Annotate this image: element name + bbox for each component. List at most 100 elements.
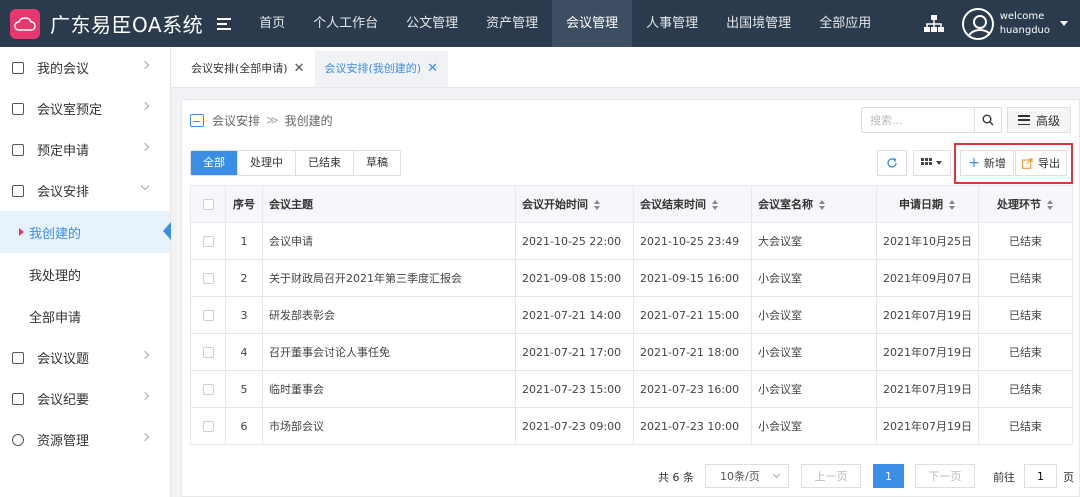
prev-page-button[interactable]: 上一页 xyxy=(801,464,861,488)
table-row[interactable]: 1 会议申请 2021-10-25 22:00 2021-10-25 23:49… xyxy=(190,222,1073,260)
export-button[interactable]: 导出 xyxy=(1015,150,1067,176)
cell-topic[interactable]: 会议申请 xyxy=(262,222,516,260)
user-info[interactable]: welcome huangduo xyxy=(1000,10,1050,38)
row-checkbox[interactable] xyxy=(190,333,226,371)
cell-topic[interactable]: 召开董事会讨论人事任免 xyxy=(262,333,516,371)
sort-icon xyxy=(819,200,826,210)
nav-item-all-apps[interactable]: 全部应用 xyxy=(805,0,885,47)
grid-icon xyxy=(921,158,942,165)
sidebar-item-label: 会议议题 xyxy=(37,352,90,367)
goto-label: 前往 xyxy=(993,471,1015,484)
filter-finished[interactable]: 已结束 xyxy=(296,151,354,175)
sidebar-item-minutes[interactable]: 会议纪要 xyxy=(0,378,170,419)
table-row[interactable]: 4 召开董事会讨论人事任免 2021-07-21 17:00 2021-07-2… xyxy=(190,333,1073,371)
sidebar-item-resources[interactable]: 资源管理 xyxy=(0,419,170,460)
row-checkbox[interactable] xyxy=(190,370,226,408)
sidebar-subitem-all-requests[interactable]: 全部申请 xyxy=(0,295,170,337)
cell-room: 小会议室 xyxy=(751,333,877,371)
columns-button[interactable] xyxy=(913,150,951,176)
avatar[interactable] xyxy=(961,7,994,40)
cell-topic[interactable]: 研发部表彰会 xyxy=(262,296,516,334)
page-size-select[interactable]: 10条/页 xyxy=(705,464,789,488)
cell-status: 已结束 xyxy=(978,222,1073,260)
status-filter-group: 全部 处理中 已结束 草稿 xyxy=(190,150,401,176)
app-logo[interactable] xyxy=(10,8,40,39)
sidebar-item-label: 预定申请 xyxy=(37,144,90,159)
nav-item-home[interactable]: 首页 xyxy=(245,0,299,47)
column-header-sortable[interactable]: 会议室名称 xyxy=(751,185,877,223)
welcome-text: welcome xyxy=(999,10,1045,22)
car-icon xyxy=(190,113,204,127)
nav-item-documents[interactable]: 公文管理 xyxy=(392,0,472,47)
cloud-icon xyxy=(14,16,36,31)
chevron-right-icon xyxy=(140,60,150,70)
refresh-button[interactable] xyxy=(877,150,907,176)
tab-label: 会议安排(全部申请) xyxy=(191,62,288,75)
menu-toggle-icon[interactable] xyxy=(217,17,232,30)
filter-draft[interactable]: 草稿 xyxy=(354,151,400,175)
table-row[interactable]: 2 关于财政局召开2021年第三季度汇报会 2021-09-08 15:00 2… xyxy=(190,259,1073,297)
search-input[interactable] xyxy=(861,107,975,133)
cell-topic[interactable]: 市场部会议 xyxy=(262,407,516,445)
cell-status: 已结束 xyxy=(978,259,1073,297)
cell-status: 已结束 xyxy=(978,333,1073,371)
sitemap-icon[interactable] xyxy=(923,14,944,33)
cell-apply-date: 2021年07月19日 xyxy=(876,333,979,371)
filter-all[interactable]: 全部 xyxy=(191,151,238,175)
nav-item-assets[interactable]: 资产管理 xyxy=(472,0,552,47)
sidebar-item-meeting-arrangement[interactable]: 会议安排 xyxy=(0,170,170,211)
column-header-sortable[interactable]: 申请日期 xyxy=(876,185,979,223)
current-page-button[interactable]: 1 xyxy=(873,464,904,488)
row-checkbox[interactable] xyxy=(190,407,226,445)
nav-item-workbench[interactable]: 个人工作台 xyxy=(299,0,392,47)
add-label: 新增 xyxy=(983,157,1006,170)
nav-item-meetings[interactable]: 会议管理 xyxy=(552,0,633,47)
cell-topic[interactable]: 关于财政局召开2021年第三季度汇报会 xyxy=(262,259,516,297)
column-header-sortable[interactable]: 会议开始时间 xyxy=(515,185,634,223)
cell-apply-date: 2021年10月25日 xyxy=(876,222,979,260)
sidebar-subitem-created-by-me[interactable]: 我创建的 xyxy=(0,211,171,253)
page-unit-label: 页 xyxy=(1063,471,1074,484)
column-header-sortable[interactable]: 处理环节 xyxy=(978,185,1073,223)
row-checkbox[interactable] xyxy=(190,222,226,260)
cell-start-time: 2021-07-21 14:00 xyxy=(515,296,634,334)
sidebar-item-room-booking[interactable]: 会议室预定 xyxy=(0,88,170,129)
goto-page-input[interactable] xyxy=(1024,464,1057,488)
cell-topic[interactable]: 临时董事会 xyxy=(262,370,516,408)
tab-all-requests[interactable]: 会议安排(全部申请) ✕ xyxy=(181,51,315,87)
sidebar-item-meeting-topics[interactable]: 会议议题 xyxy=(0,337,170,378)
breadcrumb-root[interactable]: 会议安排 xyxy=(212,112,260,129)
sidebar-item-my-meetings[interactable]: 我的会议 xyxy=(0,47,170,88)
select-all-checkbox[interactable] xyxy=(190,185,226,223)
cell-status: 已结束 xyxy=(978,370,1073,408)
sidebar-subitem-label: 全部申请 xyxy=(29,310,82,326)
row-checkbox[interactable] xyxy=(190,296,226,334)
close-icon[interactable]: ✕ xyxy=(427,51,438,87)
search-button[interactable] xyxy=(975,107,1002,133)
sidebar-subitem-handled-by-me[interactable]: 我处理的 xyxy=(0,253,170,295)
add-button[interactable]: + 新增 xyxy=(960,150,1014,176)
cell-index: 1 xyxy=(225,222,263,260)
filter-processing[interactable]: 处理中 xyxy=(238,151,296,175)
row-checkbox[interactable] xyxy=(190,259,226,297)
pagination-total: 共 6 条 xyxy=(658,471,694,484)
cell-end-time: 2021-07-21 18:00 xyxy=(633,333,752,371)
column-header-sortable[interactable]: 会议结束时间 xyxy=(633,185,752,223)
table-row[interactable]: 3 研发部表彰会 2021-07-21 14:00 2021-07-21 15:… xyxy=(190,296,1073,334)
cell-start-time: 2021-07-21 17:00 xyxy=(515,333,634,371)
search-icon xyxy=(982,114,994,126)
chevron-down-icon[interactable] xyxy=(1060,21,1068,26)
nav-item-hr[interactable]: 人事管理 xyxy=(632,0,712,47)
nav-item-travel[interactable]: 出国境管理 xyxy=(712,0,805,47)
cell-apply-date: 2021年07月19日 xyxy=(876,296,979,334)
advanced-search-button[interactable]: 高级 xyxy=(1007,107,1071,133)
table-row[interactable]: 6 市场部会议 2021-07-23 09:00 2021-07-23 10:0… xyxy=(190,407,1073,445)
next-page-button[interactable]: 下一页 xyxy=(915,464,975,488)
close-icon[interactable]: ✕ xyxy=(294,51,305,87)
table-row[interactable]: 5 临时董事会 2021-07-23 15:00 2021-07-23 16:0… xyxy=(190,370,1073,408)
cell-end-time: 2021-07-23 16:00 xyxy=(633,370,752,408)
tab-created-by-me[interactable]: 会议安排(我创建的) ✕ xyxy=(314,51,448,87)
sidebar-item-booking-request[interactable]: 预定申请 xyxy=(0,129,170,170)
sidebar-submenu: 我创建的 我处理的 全部申请 xyxy=(0,211,171,337)
breadcrumb-separator: ≫ xyxy=(266,113,279,127)
